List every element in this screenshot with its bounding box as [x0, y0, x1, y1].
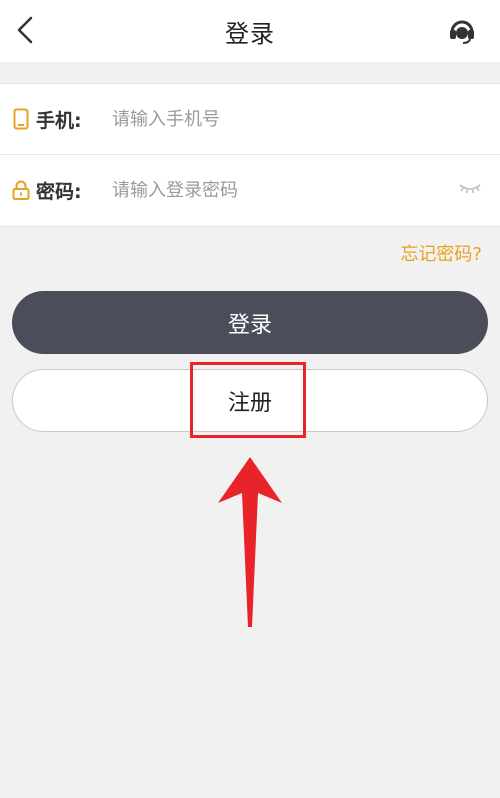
- annotation-arrow-icon: [218, 457, 282, 627]
- login-form: 手机: 密码:: [0, 83, 500, 227]
- lock-icon: [10, 179, 32, 201]
- customer-service-button[interactable]: [446, 14, 478, 46]
- login-screen: 登录 手机: 请输入手机号 密码: 忘记密码? 登录 注册: [0, 0, 500, 798]
- headset-icon: [450, 20, 474, 44]
- password-input[interactable]: [110, 178, 414, 202]
- phone-row: 手机:: [0, 84, 500, 154]
- forgot-password-link[interactable]: 忘记密码?: [400, 240, 482, 266]
- phone-input[interactable]: [110, 107, 414, 131]
- login-button[interactable]: 登录: [12, 291, 488, 354]
- password-label: 密码:: [36, 180, 82, 203]
- eye-closed-icon[interactable]: [458, 179, 482, 199]
- page-title: 登录: [225, 20, 275, 48]
- header: 登录: [0, 0, 500, 62]
- password-row: 密码:: [0, 154, 500, 225]
- register-button[interactable]: 注册: [12, 369, 488, 432]
- phone-label: 手机:: [36, 109, 82, 132]
- phone-icon: [10, 108, 32, 130]
